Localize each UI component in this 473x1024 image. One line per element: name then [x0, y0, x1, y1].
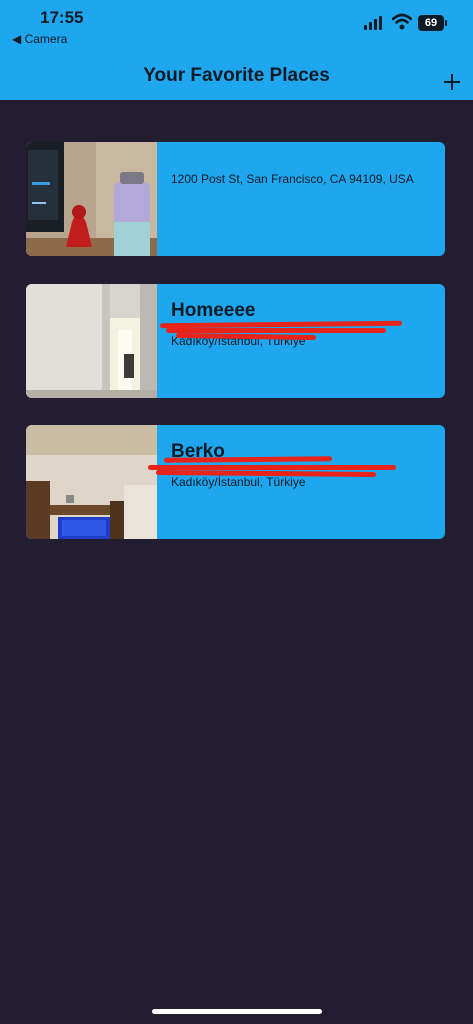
page-title: Your Favorite Places: [143, 65, 330, 86]
home-indicator[interactable]: [152, 1009, 322, 1014]
place-info: 1200 Post St, San Francisco, CA 94109, U…: [171, 172, 433, 187]
wifi-icon: [392, 13, 412, 30]
place-card[interactable]: Homeeee Kadıköy/İstanbul, Türkiye: [26, 284, 445, 398]
app-bar: 17:55 ◀ Camera 69 Your Favorite Places: [0, 0, 473, 100]
place-card[interactable]: 1200 Post St, San Francisco, CA 94109, U…: [26, 142, 445, 256]
battery-level: 69: [418, 15, 444, 31]
place-photo: [26, 284, 157, 398]
redaction-mark: [166, 328, 386, 333]
place-photo: [26, 142, 157, 256]
back-to-camera-link[interactable]: ◀ Camera: [12, 32, 67, 46]
place-photo: [26, 425, 157, 539]
place-card[interactable]: Berko Kadıköy/İstanbul, Türkiye: [26, 425, 445, 539]
status-time: 17:55: [40, 8, 84, 27]
place-title: Homeeee: [171, 300, 256, 321]
place-address: 1200 Post St, San Francisco, CA 94109, U…: [171, 172, 414, 186]
battery-icon: 69: [418, 15, 448, 31]
place-address: Kadıköy/İstanbul, Türkiye: [171, 475, 306, 489]
plus-icon[interactable]: [440, 70, 464, 94]
cellular-signal-icon: [364, 16, 386, 30]
redaction-mark: [148, 465, 396, 470]
